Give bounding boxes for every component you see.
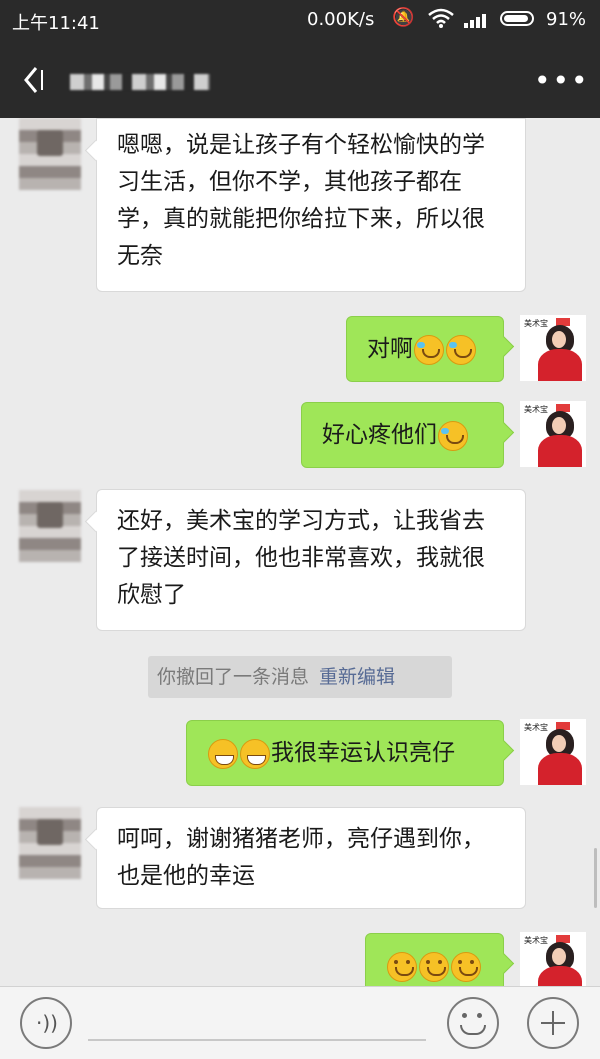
- contact-avatar[interactable]: [19, 807, 81, 879]
- my-avatar[interactable]: 美术宝: [520, 719, 586, 785]
- avatar-brand-text: 美术宝: [524, 723, 548, 732]
- message-text: 呵呵，谢谢猪猪老师，亮仔遇到你，也是他的幸运: [117, 826, 485, 889]
- network-speed: 0.00K/s: [307, 9, 375, 30]
- message-text: 我很幸运认识亮仔: [271, 740, 455, 766]
- status-bar: 上午11:41 0.00K/s 🔕 91%: [0, 0, 600, 40]
- message-text: 对啊: [367, 336, 413, 362]
- message-bubble-left[interactable]: 嗯嗯，说是让孩子有个轻松愉快的学习生活，但你不学，其他孩子都在学，真的就能把你给…: [96, 118, 526, 292]
- chat-title-blurred: [70, 74, 210, 90]
- my-avatar[interactable]: 美术宝: [520, 315, 586, 381]
- smiling-emoji-icon: [387, 951, 417, 982]
- avatar-face: [552, 735, 566, 752]
- avatar-face: [552, 417, 566, 434]
- chat-header: •••: [0, 40, 600, 118]
- message-bubble-left[interactable]: 呵呵，谢谢猪猪老师，亮仔遇到你，也是他的幸运: [96, 807, 526, 909]
- my-avatar[interactable]: 美术宝: [520, 401, 586, 467]
- message-bubble-right[interactable]: 好心疼他们: [301, 402, 504, 468]
- scrollbar[interactable]: [594, 848, 597, 908]
- message-bubble-left[interactable]: 还好，美术宝的学习方式，让我省去了接送时间，他也非常喜欢，我就很欣慰了: [96, 489, 526, 631]
- avatar-brand-text: 美术宝: [524, 319, 548, 328]
- avatar-face: [552, 948, 566, 965]
- smiling-emoji-icon: [419, 951, 449, 982]
- input-bar: ·)): [0, 986, 600, 1059]
- message-text: 嗯嗯，说是让孩子有个轻松愉快的学习生活，但你不学，其他孩子都在学，真的就能把你给…: [117, 132, 485, 269]
- message-text: 好心疼他们: [322, 422, 437, 448]
- re-edit-link[interactable]: 重新编辑: [319, 666, 395, 688]
- avatar-brand-text: 美术宝: [524, 405, 548, 414]
- avatar-brand-text: 美术宝: [524, 936, 548, 945]
- avatar-dress: [538, 753, 582, 785]
- message-bubble-right[interactable]: 对啊: [346, 316, 504, 382]
- message-bubble-right[interactable]: 我很幸运认识亮仔: [186, 720, 504, 786]
- more-dots-icon[interactable]: •••: [534, 64, 588, 97]
- voice-wave: ·)): [36, 1011, 58, 1035]
- message-input[interactable]: [88, 1039, 426, 1041]
- crying-laughing-emoji-icon: [414, 334, 444, 365]
- grinning-emoji-icon: [208, 738, 238, 769]
- voice-icon[interactable]: ·)): [20, 997, 72, 1049]
- recall-notice: 你撤回了一条消息 重新编辑: [148, 656, 452, 698]
- message-bubble-right[interactable]: [365, 933, 504, 986]
- avatar-dress: [538, 966, 582, 986]
- contact-avatar[interactable]: [19, 118, 81, 190]
- crying-laughing-emoji-icon: [438, 420, 468, 451]
- back-arrow-icon[interactable]: [18, 62, 48, 98]
- my-avatar[interactable]: 美术宝: [520, 932, 586, 986]
- contact-avatar[interactable]: [19, 490, 81, 562]
- battery-percent: 91%: [546, 9, 587, 30]
- status-time: 上午11:41: [12, 13, 100, 34]
- plus-icon[interactable]: [527, 997, 579, 1049]
- wifi-icon: [428, 8, 454, 28]
- message-text: 还好，美术宝的学习方式，让我省去了接送时间，他也非常喜欢，我就很欣慰了: [117, 508, 485, 608]
- signal-icon: [464, 14, 486, 28]
- avatar-dress: [538, 435, 582, 467]
- grinning-emoji-icon: [240, 738, 270, 769]
- emoji-icon[interactable]: [447, 997, 499, 1049]
- recall-text: 你撤回了一条消息: [157, 666, 310, 688]
- crying-laughing-emoji-icon: [446, 334, 476, 365]
- smiling-emoji-icon: [451, 951, 481, 982]
- avatar-dress: [538, 349, 582, 381]
- chat-area[interactable]: 嗯嗯，说是让孩子有个轻松愉快的学习生活，但你不学，其他孩子都在学，真的就能把你给…: [0, 118, 600, 986]
- battery-icon: [500, 11, 534, 26]
- mute-icon: 🔕: [392, 7, 415, 28]
- avatar-face: [552, 331, 566, 348]
